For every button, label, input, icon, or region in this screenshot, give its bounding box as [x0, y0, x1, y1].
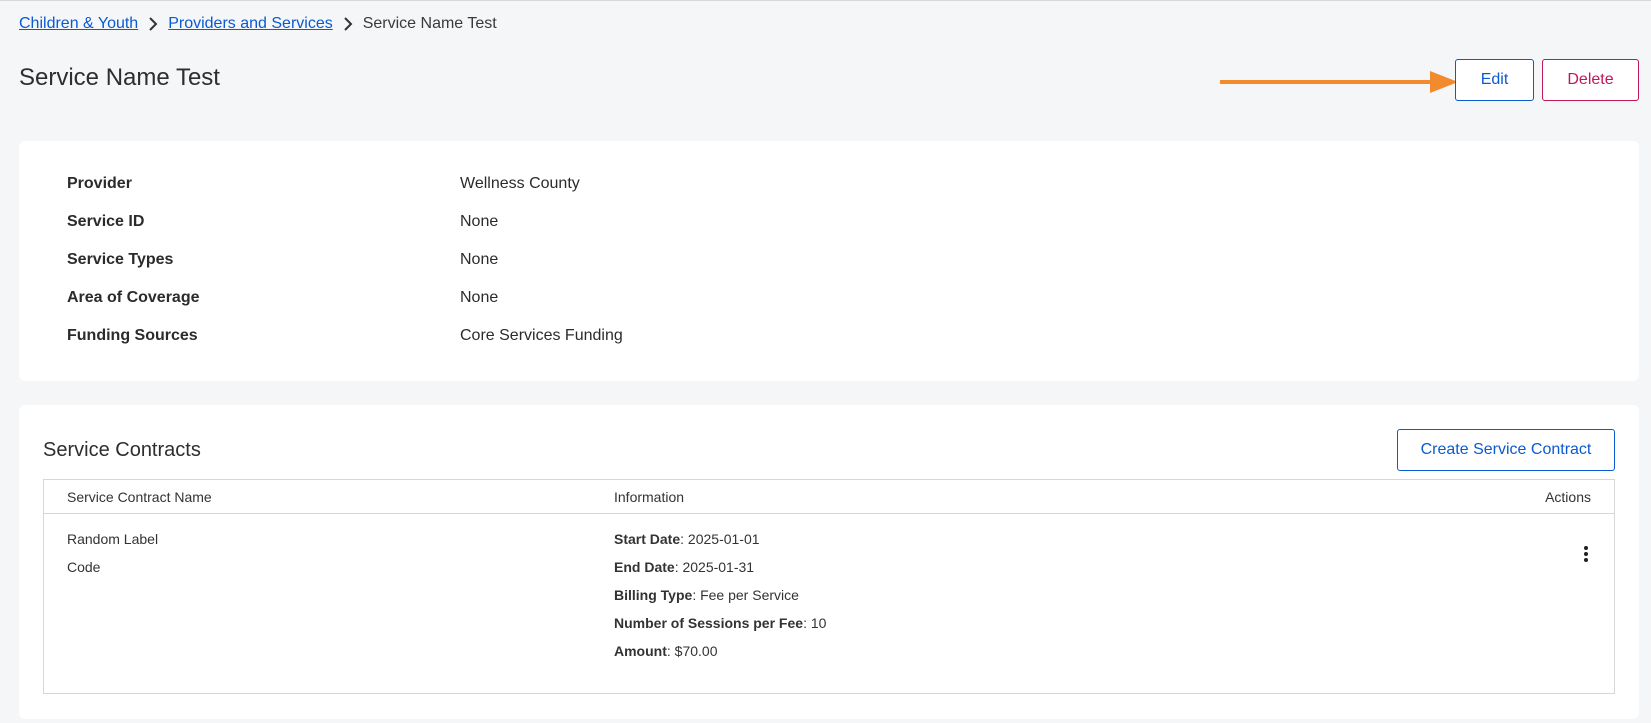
contract-name-line: Random Label — [67, 531, 159, 547]
detail-label: Funding Sources — [67, 327, 198, 344]
breadcrumb: Children & Youth Providers and Services … — [19, 14, 497, 34]
column-header-information: Information — [614, 489, 685, 505]
info-value: : 2025-01-31 — [674, 559, 755, 575]
detail-label: Service ID — [67, 213, 145, 230]
detail-value: Core Services Funding — [460, 327, 623, 344]
edit-button[interactable]: Edit — [1455, 59, 1534, 101]
info-end-date: End Date: 2025-01-31 — [614, 553, 826, 581]
detail-row-service-types: Service Types None — [67, 251, 498, 273]
top-divider — [0, 0, 1651, 1]
annotation-arrow — [1220, 71, 1458, 93]
info-label: Amount — [614, 643, 667, 659]
info-label: Start Date — [614, 531, 681, 547]
detail-value: None — [460, 289, 499, 306]
info-label: End Date — [614, 559, 675, 575]
detail-value: Wellness County — [460, 175, 580, 192]
detail-row-provider: Provider Wellness County — [67, 175, 580, 197]
detail-row-service-id: Service ID None — [67, 213, 498, 235]
delete-button[interactable]: Delete — [1542, 59, 1639, 101]
more-vertical-icon[interactable] — [1576, 546, 1596, 566]
info-billing-type: Billing Type: Fee per Service — [614, 581, 826, 609]
info-start-date: Start Date: 2025-01-01 — [614, 525, 826, 553]
info-value: : Fee per Service — [692, 587, 799, 603]
detail-value: None — [460, 213, 499, 230]
info-value: : 2025-01-01 — [680, 531, 760, 547]
detail-row-area-of-coverage: Area of Coverage None — [67, 289, 498, 311]
breadcrumb-link-children-youth[interactable]: Children & Youth — [19, 15, 138, 33]
detail-label: Area of Coverage — [67, 289, 200, 306]
info-value: : $70.00 — [666, 643, 718, 659]
detail-row-funding-sources: Funding Sources Core Services Funding — [67, 327, 623, 349]
detail-label: Service Types — [67, 251, 174, 268]
info-amount: Amount: $70.00 — [614, 637, 826, 665]
breadcrumb-link-providers-services[interactable]: Providers and Services — [168, 15, 333, 33]
info-value: : 10 — [803, 615, 827, 631]
chevron-right-icon — [333, 17, 363, 31]
chevron-right-icon — [138, 17, 168, 31]
detail-label: Provider — [67, 175, 132, 192]
contracts-table: Service Contract Name Information Action… — [43, 479, 1615, 694]
table-header: Service Contract Name Information Action… — [44, 480, 1614, 514]
info-sessions-per-fee: Number of Sessions per Fee: 10 — [614, 609, 826, 637]
column-header-actions: Actions — [1545, 489, 1591, 505]
info-label: Billing Type — [614, 587, 693, 603]
page-title: Service Name Test — [19, 64, 220, 91]
breadcrumb-current: Service Name Test — [362, 15, 497, 32]
detail-value: None — [460, 251, 499, 268]
contract-name-cell: Random Label Code — [67, 525, 158, 581]
service-details-card: Provider Wellness County Service ID None… — [19, 141, 1639, 381]
create-service-contract-button[interactable]: Create Service Contract — [1397, 429, 1615, 471]
contract-info-cell: Start Date: 2025-01-01 End Date: 2025-01… — [614, 525, 826, 665]
contract-name-line: Code — [67, 559, 101, 575]
column-header-name: Service Contract Name — [67, 489, 212, 505]
info-label: Number of Sessions per Fee — [614, 615, 804, 631]
section-title: Service Contracts — [43, 439, 201, 461]
